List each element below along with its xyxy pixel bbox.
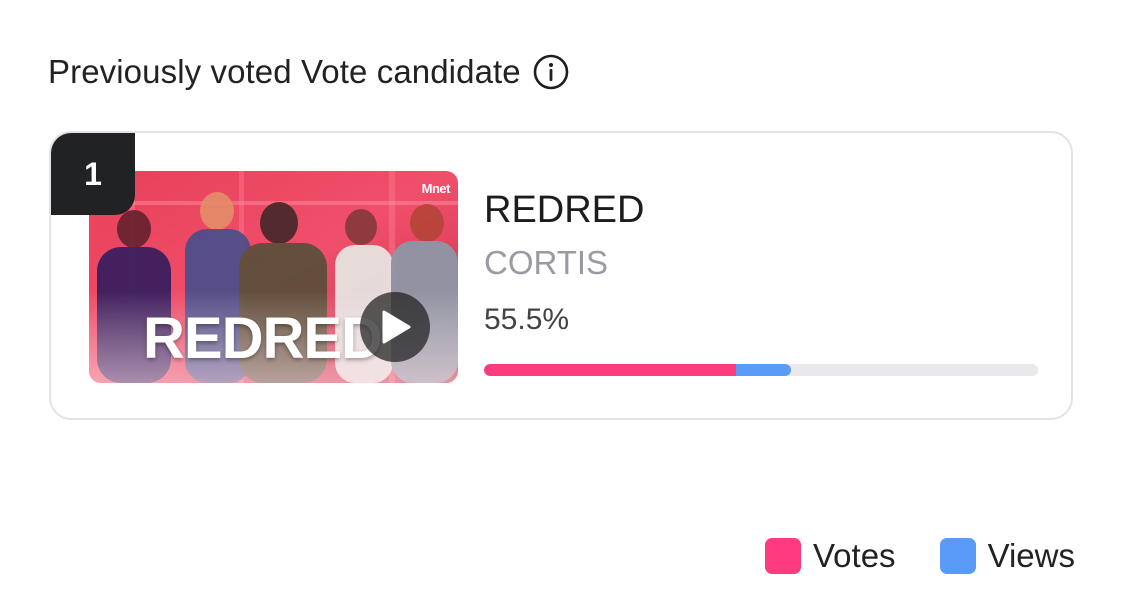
legend-item-views: Views (939, 537, 1075, 575)
video-thumbnail[interactable]: Mnet REDRED (89, 171, 458, 383)
play-icon (382, 310, 411, 344)
rank-badge: 1 (51, 133, 135, 215)
legend-label-votes: Votes (812, 537, 896, 574)
info-icon[interactable] (533, 54, 569, 90)
progress-views-segment (736, 364, 792, 376)
artist-name: CORTIS (484, 244, 609, 281)
legend-label-views: Views (987, 537, 1075, 574)
views-swatch (939, 538, 976, 574)
thumbnail-title: REDRED (143, 306, 383, 371)
legend-item-votes: Votes (764, 537, 896, 575)
progress-votes-segment (484, 364, 737, 376)
vote-percent: 55.5% (484, 303, 570, 336)
section-title: Previously voted Vote candidate (48, 53, 521, 90)
legend: Votes Views (764, 536, 1075, 576)
vote-progress-bar (484, 364, 1038, 376)
channel-logo: Mnet (421, 181, 451, 196)
section-header: Previously voted Vote candidate (48, 50, 569, 94)
votes-swatch (764, 538, 801, 574)
play-button[interactable] (360, 292, 430, 362)
song-title: REDRED (484, 189, 645, 231)
